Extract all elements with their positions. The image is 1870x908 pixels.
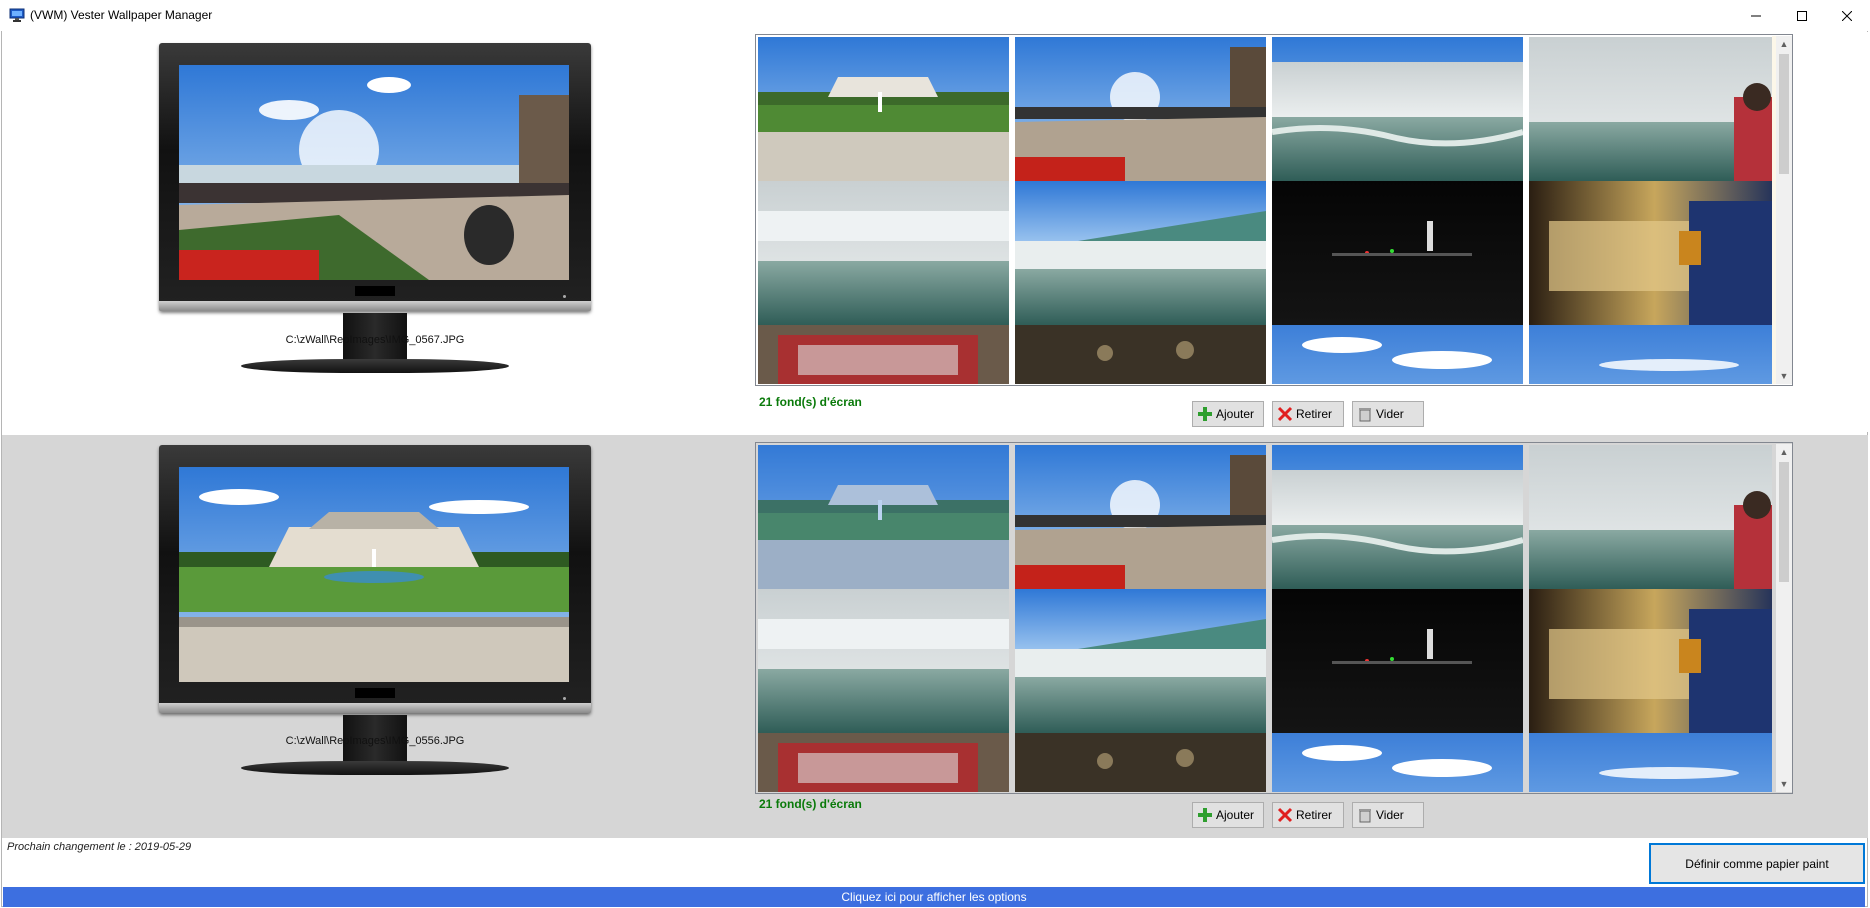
wallpaper-thumbnail[interactable] (1015, 325, 1266, 384)
monitor-stand-base (241, 359, 509, 373)
gallery-scrollbar[interactable]: ▲ ▼ (1776, 36, 1792, 384)
add-button[interactable]: Ajouter (1192, 802, 1264, 828)
next-change-date: Prochain changement le : 2019-05-29 (7, 841, 192, 853)
scroll-down-icon[interactable]: ▼ (1776, 776, 1792, 792)
wallpaper-thumbnail[interactable] (1015, 445, 1266, 589)
minimize-icon (1751, 15, 1761, 16)
wallpaper-thumbnail[interactable] (1529, 445, 1772, 589)
clear-button[interactable]: Vider (1352, 401, 1424, 427)
set-wallpaper-button[interactable]: Définir comme papier paint (1649, 843, 1865, 884)
monitor-chin (159, 301, 591, 311)
wallpaper-thumbnail[interactable] (1529, 325, 1772, 384)
monitor-logo (355, 688, 395, 698)
gallery-scrollbar[interactable]: ▲ ▼ (1776, 444, 1792, 792)
wallpaper-thumbnail[interactable] (1529, 733, 1772, 792)
maximize-icon (1797, 10, 1807, 21)
wallpaper-preview-image (179, 467, 569, 682)
monitor-led (563, 295, 566, 298)
plus-icon (1198, 407, 1212, 421)
close-icon (1842, 10, 1852, 21)
current-wallpaper-path: C:\zWall\RepImages\IMG_0567.JPG (285, 334, 465, 346)
monitor-stand-base (241, 761, 509, 775)
screen-panel-1: C:\zWall\RepImages\IMG_0567.JPG ▲ ▼ 21 f… (2, 32, 1868, 432)
title-bar: (VWM) Vester Wallpaper Manager (0, 0, 1870, 31)
wallpaper-thumbnail[interactable] (1015, 37, 1266, 181)
remove-button-label: Retirer (1296, 407, 1333, 421)
scrollbar-thumb[interactable] (1779, 462, 1789, 582)
remove-button-label: Retirer (1296, 808, 1333, 822)
wallpaper-thumbnail[interactable] (758, 733, 1009, 792)
monitor-chin (159, 703, 591, 713)
add-button-label: Ajouter (1216, 808, 1255, 822)
maximize-button[interactable] (1779, 0, 1825, 31)
gallery-viewport (757, 444, 1772, 792)
show-options-bar[interactable]: Cliquez ici pour afficher les options (3, 887, 1865, 907)
wallpaper-thumbnail[interactable] (758, 37, 1009, 181)
plus-icon (1198, 808, 1212, 822)
wallpaper-gallery: ▲ ▼ (755, 442, 1793, 794)
wallpaper-thumbnail[interactable] (1272, 589, 1523, 733)
wallpaper-gallery: ▲ ▼ (755, 34, 1793, 386)
wallpaper-thumbnail[interactable] (1272, 37, 1523, 181)
scrollbar-thumb[interactable] (1779, 54, 1789, 174)
clear-button-label: Vider (1376, 407, 1404, 421)
wallpaper-thumbnail[interactable] (1015, 589, 1266, 733)
remove-button[interactable]: Retirer (1272, 802, 1344, 828)
trash-icon (1359, 408, 1371, 422)
add-button-label: Ajouter (1216, 407, 1255, 421)
red-x-icon (1277, 807, 1293, 823)
monitor-preview (159, 43, 591, 383)
wallpaper-thumbnail[interactable] (758, 181, 1009, 325)
close-button[interactable] (1824, 0, 1870, 31)
clear-button-label: Vider (1376, 808, 1404, 822)
trash-icon (1359, 809, 1371, 823)
wallpaper-count: 21 fond(s) d'écran (759, 797, 862, 811)
monitor-led (563, 697, 566, 700)
wallpaper-thumbnail[interactable] (1015, 181, 1266, 325)
wallpaper-thumbnail[interactable] (1529, 37, 1772, 181)
scroll-up-icon[interactable]: ▲ (1776, 36, 1792, 52)
wallpaper-count: 21 fond(s) d'écran (759, 395, 862, 409)
current-wallpaper-path: C:\zWall\RepImages\IMG_0556.JPG (285, 735, 465, 747)
monitor-logo (355, 286, 395, 296)
monitor-preview (159, 445, 591, 785)
wallpaper-thumbnail[interactable] (1529, 181, 1772, 325)
gallery-viewport (757, 36, 1772, 384)
wallpaper-thumbnail[interactable] (1015, 733, 1266, 792)
wallpaper-thumbnail[interactable] (1272, 325, 1523, 384)
wallpaper-thumbnail[interactable] (1529, 589, 1772, 733)
wallpaper-thumbnail-selected[interactable] (758, 445, 1009, 589)
screen-panel-2: C:\zWall\RepImages\IMG_0556.JPG ▲ ▼ 21 f… (2, 435, 1868, 838)
wallpaper-thumbnail[interactable] (1272, 733, 1523, 792)
wallpaper-thumbnail[interactable] (1272, 181, 1523, 325)
minimize-button[interactable] (1733, 0, 1779, 31)
clear-button[interactable]: Vider (1352, 802, 1424, 828)
remove-button[interactable]: Retirer (1272, 401, 1344, 427)
scroll-up-icon[interactable]: ▲ (1776, 444, 1792, 460)
wallpaper-thumbnail[interactable] (758, 589, 1009, 733)
add-button[interactable]: Ajouter (1192, 401, 1264, 427)
red-x-icon (1277, 406, 1293, 422)
window-title: (VWM) Vester Wallpaper Manager (30, 8, 213, 22)
wallpaper-preview-image (179, 65, 569, 280)
wallpaper-thumbnail[interactable] (758, 325, 1009, 384)
monitor-icon (9, 8, 25, 22)
scroll-down-icon[interactable]: ▼ (1776, 368, 1792, 384)
wallpaper-thumbnail[interactable] (1272, 445, 1523, 589)
